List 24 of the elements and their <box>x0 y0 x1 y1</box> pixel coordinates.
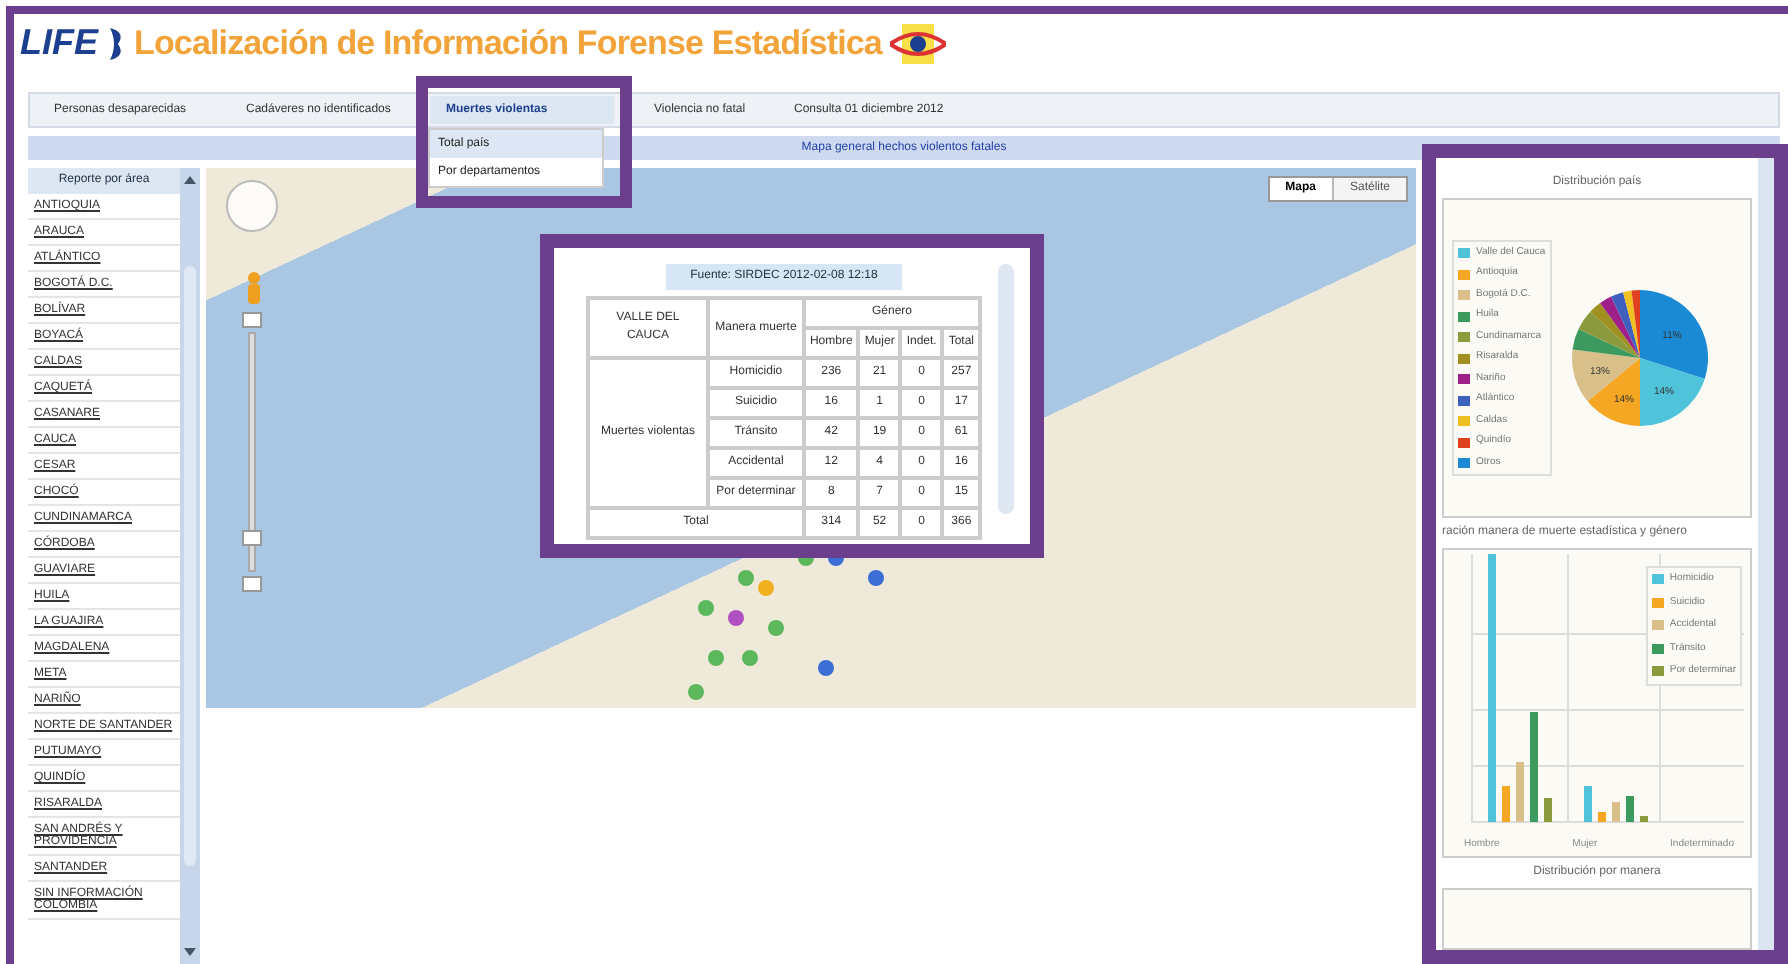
zoom-in-button[interactable] <box>242 312 262 328</box>
pan-control[interactable] <box>226 180 278 232</box>
zoom-out-button[interactable] <box>242 576 262 592</box>
bar <box>1640 816 1648 822</box>
bar <box>1530 712 1538 822</box>
bar <box>1626 796 1634 822</box>
popup-scrollbar[interactable] <box>998 264 1014 514</box>
bar <box>1598 812 1606 822</box>
pegman-icon[interactable] <box>246 272 262 304</box>
panel-scrollbar[interactable] <box>1758 158 1774 950</box>
bar <box>1612 802 1620 822</box>
logo-text: LIFE <box>20 20 98 66</box>
app-title: Localización de Información Forense Estadística <box>134 21 882 66</box>
bar <box>1502 786 1510 822</box>
logo-swirl-icon <box>106 23 126 63</box>
zoom-slider[interactable] <box>242 332 262 572</box>
bar <box>1516 762 1524 822</box>
bar <box>1584 786 1592 822</box>
bar <box>1544 798 1552 822</box>
scroll-up-icon[interactable] <box>184 176 196 184</box>
eye-logo-icon <box>889 23 946 63</box>
scrollbar-thumb[interactable] <box>184 266 196 866</box>
scroll-down-icon[interactable] <box>184 948 196 956</box>
zoom-handle[interactable] <box>242 529 262 546</box>
